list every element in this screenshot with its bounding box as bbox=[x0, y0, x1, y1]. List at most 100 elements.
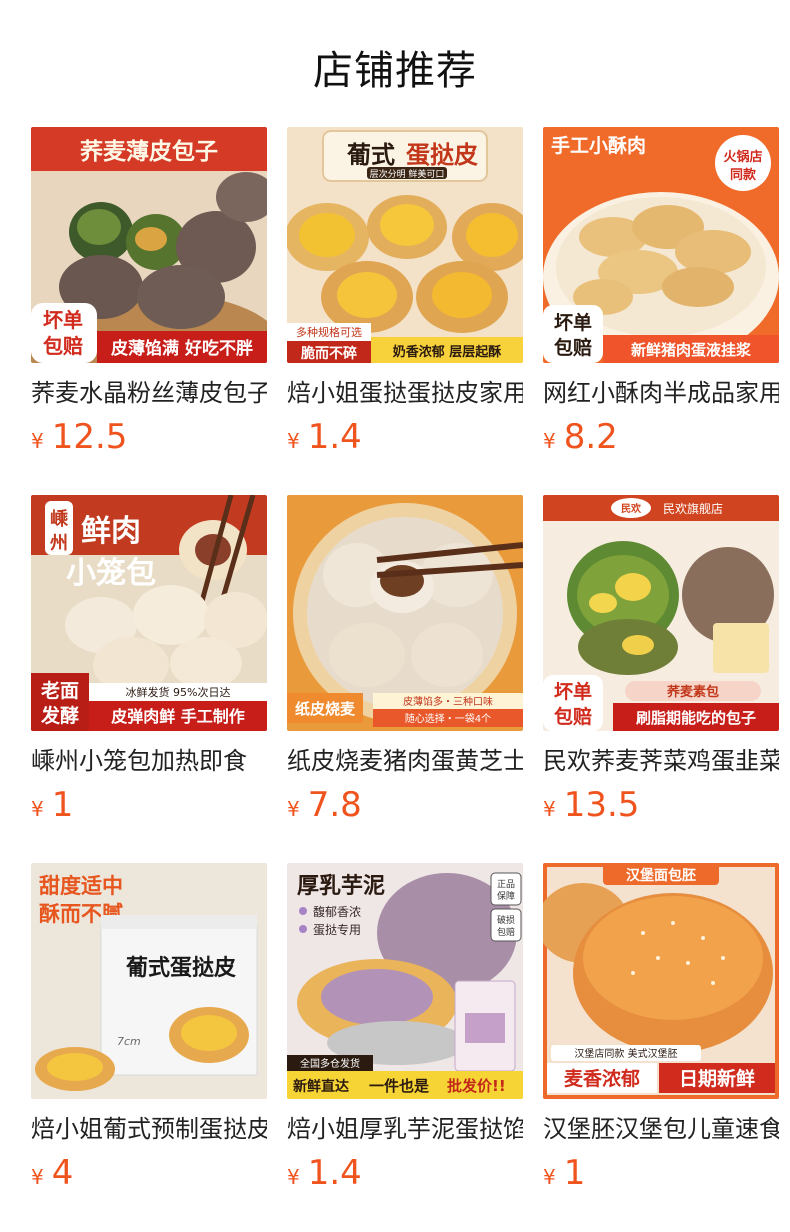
product-card[interactable]: 民欢 民欢旗舰店 坏单 包赔 荞麦素包 刷脂期能吃的包子 民欢荞麦荠菜鸡蛋韭菜 … bbox=[543, 495, 779, 863]
egg-tart-box-photo: 甜度适中 酥而不腻 葡式蛋挞皮 7cm bbox=[31, 863, 267, 1099]
product-card[interactable]: 纸皮烧麦 皮薄馅多・三种口味 随心选择・一袋4个 纸皮烧麦猪肉蛋黄芝士 ¥7.8 bbox=[287, 495, 523, 863]
product-price: ¥1.4 bbox=[287, 1153, 362, 1193]
stamp-bottom: 同款 bbox=[730, 167, 757, 183]
product-card[interactable]: 手工小酥肉 火锅店 同款 坏单 包赔 新鲜猪肉蛋液挂浆 网红小酥肉半成品家用 ¥… bbox=[543, 127, 779, 495]
buckwheat-bun-photo: 荞麦薄皮包子 坏单 包赔 皮薄馅满 好吃不胖 bbox=[31, 127, 267, 363]
product-image[interactable]: 汉堡面包胚 汉堡店同款 美式汉堡胚 麦香浓郁 日期新鲜 bbox=[543, 863, 779, 1099]
image-caption-b: 日期新鲜 bbox=[679, 1067, 755, 1090]
product-name[interactable]: 焙小姐厚乳芋泥蛋挞馅 bbox=[287, 1113, 523, 1145]
product-card[interactable]: 荞麦薄皮包子 坏单 包赔 皮薄馅满 好吃不胖 荞麦水晶粉丝薄皮包子 ¥ 12.5 bbox=[31, 127, 267, 495]
size-label: 7cm bbox=[117, 1035, 141, 1048]
box-text: 葡式蛋挞皮 bbox=[125, 955, 236, 981]
product-name[interactable]: 荞麦水晶粉丝薄皮包子 bbox=[31, 377, 267, 409]
product-card[interactable]: 葡式 蛋挞皮 层次分明 鲜美可口 多种规格可选 脆而不碎 奶香浓郁 层层起酥 焙… bbox=[287, 127, 523, 495]
badge-bottom: 包赔 bbox=[554, 705, 592, 728]
image-caption-c: 批发价!! bbox=[447, 1077, 506, 1095]
image-headline: 汉堡面包胚 bbox=[626, 867, 696, 884]
product-name[interactable]: 纸皮烧麦猪肉蛋黄芝士 bbox=[287, 745, 523, 777]
product-price: ¥1 bbox=[31, 785, 73, 825]
shaomai-photo: 纸皮烧麦 皮薄馅多・三种口味 随心选择・一袋4个 bbox=[287, 495, 523, 731]
soup-dumpling-photo: 嵊 州 鲜肉 小笼包 老面 发酵 冰鲜发货 95%次日达 皮弹肉鲜 手工制作 bbox=[31, 495, 267, 731]
product-price: ¥12.5 bbox=[31, 417, 127, 457]
currency-symbol: ¥ bbox=[287, 797, 300, 821]
product-price: ¥4 bbox=[31, 1153, 73, 1193]
product-image[interactable]: 嵊 州 鲜肉 小笼包 老面 发酵 冰鲜发货 95%次日达 皮弹肉鲜 手工制作 bbox=[31, 495, 267, 731]
price-value: 1 bbox=[51, 785, 74, 825]
product-price: ¥8.2 bbox=[543, 417, 618, 457]
product-card[interactable]: 甜度适中 酥而不腻 葡式蛋挞皮 7cm 焙小姐葡式预制蛋挞皮 ¥4 bbox=[31, 863, 267, 1231]
currency-symbol: ¥ bbox=[543, 797, 556, 821]
image-headline-b: 小笼包 bbox=[66, 556, 156, 591]
image-headline-b: 蛋挞皮 bbox=[406, 141, 478, 169]
currency-symbol: ¥ bbox=[31, 1165, 44, 1189]
product-name[interactable]: 民欢荞麦荠菜鸡蛋韭菜 bbox=[543, 745, 779, 777]
image-headline-a: 葡式 bbox=[346, 141, 395, 169]
store-name: 民欢旗舰店 bbox=[663, 501, 723, 516]
seal-a-2: 保障 bbox=[497, 890, 515, 902]
buckwheat-veggie-bun-photo: 民欢 民欢旗舰店 坏单 包赔 荞麦素包 刷脂期能吃的包子 bbox=[543, 495, 779, 731]
currency-symbol: ¥ bbox=[287, 429, 300, 453]
product-card[interactable]: 嵊 州 鲜肉 小笼包 老面 发酵 冰鲜发货 95%次日达 皮弹肉鲜 手工制作 嵊… bbox=[31, 495, 267, 863]
product-card[interactable]: 厚乳芋泥 馥郁香浓 蛋挞专用 正品 保障 破损 包赔 全国多仓发货 新鲜直达 一… bbox=[287, 863, 523, 1231]
egg-tart-shell-photo: 葡式 蛋挞皮 层次分明 鲜美可口 多种规格可选 脆而不碎 奶香浓郁 层层起酥 bbox=[287, 127, 523, 363]
product-name[interactable]: 焙小姐蛋挞蛋挞皮家用 bbox=[287, 377, 523, 409]
image-sub: 汉堡店同款 美式汉堡胚 bbox=[574, 1047, 677, 1060]
product-image[interactable]: 甜度适中 酥而不腻 葡式蛋挞皮 7cm bbox=[31, 863, 267, 1099]
product-price: ¥13.5 bbox=[543, 785, 639, 825]
image-sub: 层次分明 鲜美可口 bbox=[370, 168, 445, 180]
image-caption-b: 一件也是 bbox=[369, 1077, 430, 1095]
image-caption-b: 奶香浓郁 层层起酥 bbox=[392, 344, 502, 360]
badge-bottom: 包赔 bbox=[554, 336, 592, 359]
product-image[interactable]: 手工小酥肉 火锅店 同款 坏单 包赔 新鲜猪肉蛋液挂浆 bbox=[543, 127, 779, 363]
crispy-pork-photo: 手工小酥肉 火锅店 同款 坏单 包赔 新鲜猪肉蛋液挂浆 bbox=[543, 127, 779, 363]
image-headline: 厚乳芋泥 bbox=[297, 873, 385, 899]
price-value: 1.4 bbox=[307, 417, 362, 457]
badge-bottom: 包赔 bbox=[43, 334, 83, 358]
image-tag: 纸皮烧麦 bbox=[295, 700, 356, 718]
currency-symbol: ¥ bbox=[31, 797, 44, 821]
badge-top: 老面 bbox=[41, 679, 79, 702]
image-caption: 刷脂期能吃的包子 bbox=[636, 709, 756, 727]
place-a: 嵊 bbox=[50, 508, 69, 530]
price-value: 1.4 bbox=[307, 1153, 362, 1193]
image-sub-b: 随心选择・一袋4个 bbox=[405, 712, 491, 725]
badge-top: 坏单 bbox=[43, 308, 83, 332]
brand-logo: 民欢 bbox=[621, 502, 642, 515]
price-value: 1 bbox=[563, 1153, 586, 1193]
point-a: 馥郁香浓 bbox=[313, 904, 361, 919]
currency-symbol: ¥ bbox=[543, 1165, 556, 1189]
burger-bun-photo: 汉堡面包胚 汉堡店同款 美式汉堡胚 麦香浓郁 日期新鲜 bbox=[543, 863, 779, 1099]
image-caption: 皮薄馅满 好吃不胖 bbox=[111, 338, 253, 359]
image-headline-a: 鲜肉 bbox=[81, 514, 141, 549]
product-name[interactable]: 焙小姐葡式预制蛋挞皮 bbox=[31, 1113, 267, 1145]
point-b: 蛋挞专用 bbox=[313, 922, 361, 937]
product-image[interactable]: 民欢 民欢旗舰店 坏单 包赔 荞麦素包 刷脂期能吃的包子 bbox=[543, 495, 779, 731]
price-value: 7.8 bbox=[307, 785, 362, 825]
product-image[interactable]: 纸皮烧麦 皮薄馅多・三种口味 随心选择・一袋4个 bbox=[287, 495, 523, 731]
badge-bottom: 发酵 bbox=[40, 704, 79, 727]
product-image[interactable]: 荞麦薄皮包子 坏单 包赔 皮薄馅满 好吃不胖 bbox=[31, 127, 267, 363]
price-value: 4 bbox=[51, 1153, 74, 1193]
taro-tart-filling-photo: 厚乳芋泥 馥郁香浓 蛋挞专用 正品 保障 破损 包赔 全国多仓发货 新鲜直达 一… bbox=[287, 863, 523, 1099]
image-label: 荞麦素包 bbox=[667, 684, 719, 700]
product-card[interactable]: 汉堡面包胚 汉堡店同款 美式汉堡胚 麦香浓郁 日期新鲜 汉堡胚汉堡包儿童速食 ¥… bbox=[543, 863, 779, 1231]
currency-symbol: ¥ bbox=[287, 1165, 300, 1189]
image-sub: 冰鲜发货 95%次日达 bbox=[126, 685, 231, 699]
product-name[interactable]: 嵊州小笼包加热即食 bbox=[31, 745, 267, 777]
price-value: 13.5 bbox=[563, 785, 640, 825]
product-name[interactable]: 网红小酥肉半成品家用 bbox=[543, 377, 779, 409]
image-caption-a: 脆而不碎 bbox=[300, 345, 357, 362]
product-image[interactable]: 葡式 蛋挞皮 层次分明 鲜美可口 多种规格可选 脆而不碎 奶香浓郁 层层起酥 bbox=[287, 127, 523, 363]
image-caption: 新鲜猪肉蛋液挂浆 bbox=[631, 341, 752, 359]
badge-top: 坏单 bbox=[554, 311, 592, 334]
price-value: 12.5 bbox=[51, 417, 128, 457]
product-name[interactable]: 汉堡胚汉堡包儿童速食 bbox=[543, 1113, 779, 1145]
product-image[interactable]: 厚乳芋泥 馥郁香浓 蛋挞专用 正品 保障 破损 包赔 全国多仓发货 新鲜直达 一… bbox=[287, 863, 523, 1099]
product-price: ¥1 bbox=[543, 1153, 585, 1193]
currency-symbol: ¥ bbox=[31, 429, 44, 453]
image-caption: 皮弹肉鲜 手工制作 bbox=[110, 707, 245, 726]
product-price: ¥1.4 bbox=[287, 417, 362, 457]
place-b: 州 bbox=[49, 533, 68, 554]
image-caption-a: 麦香浓郁 bbox=[564, 1067, 640, 1090]
image-headline: 手工小酥肉 bbox=[551, 134, 646, 157]
